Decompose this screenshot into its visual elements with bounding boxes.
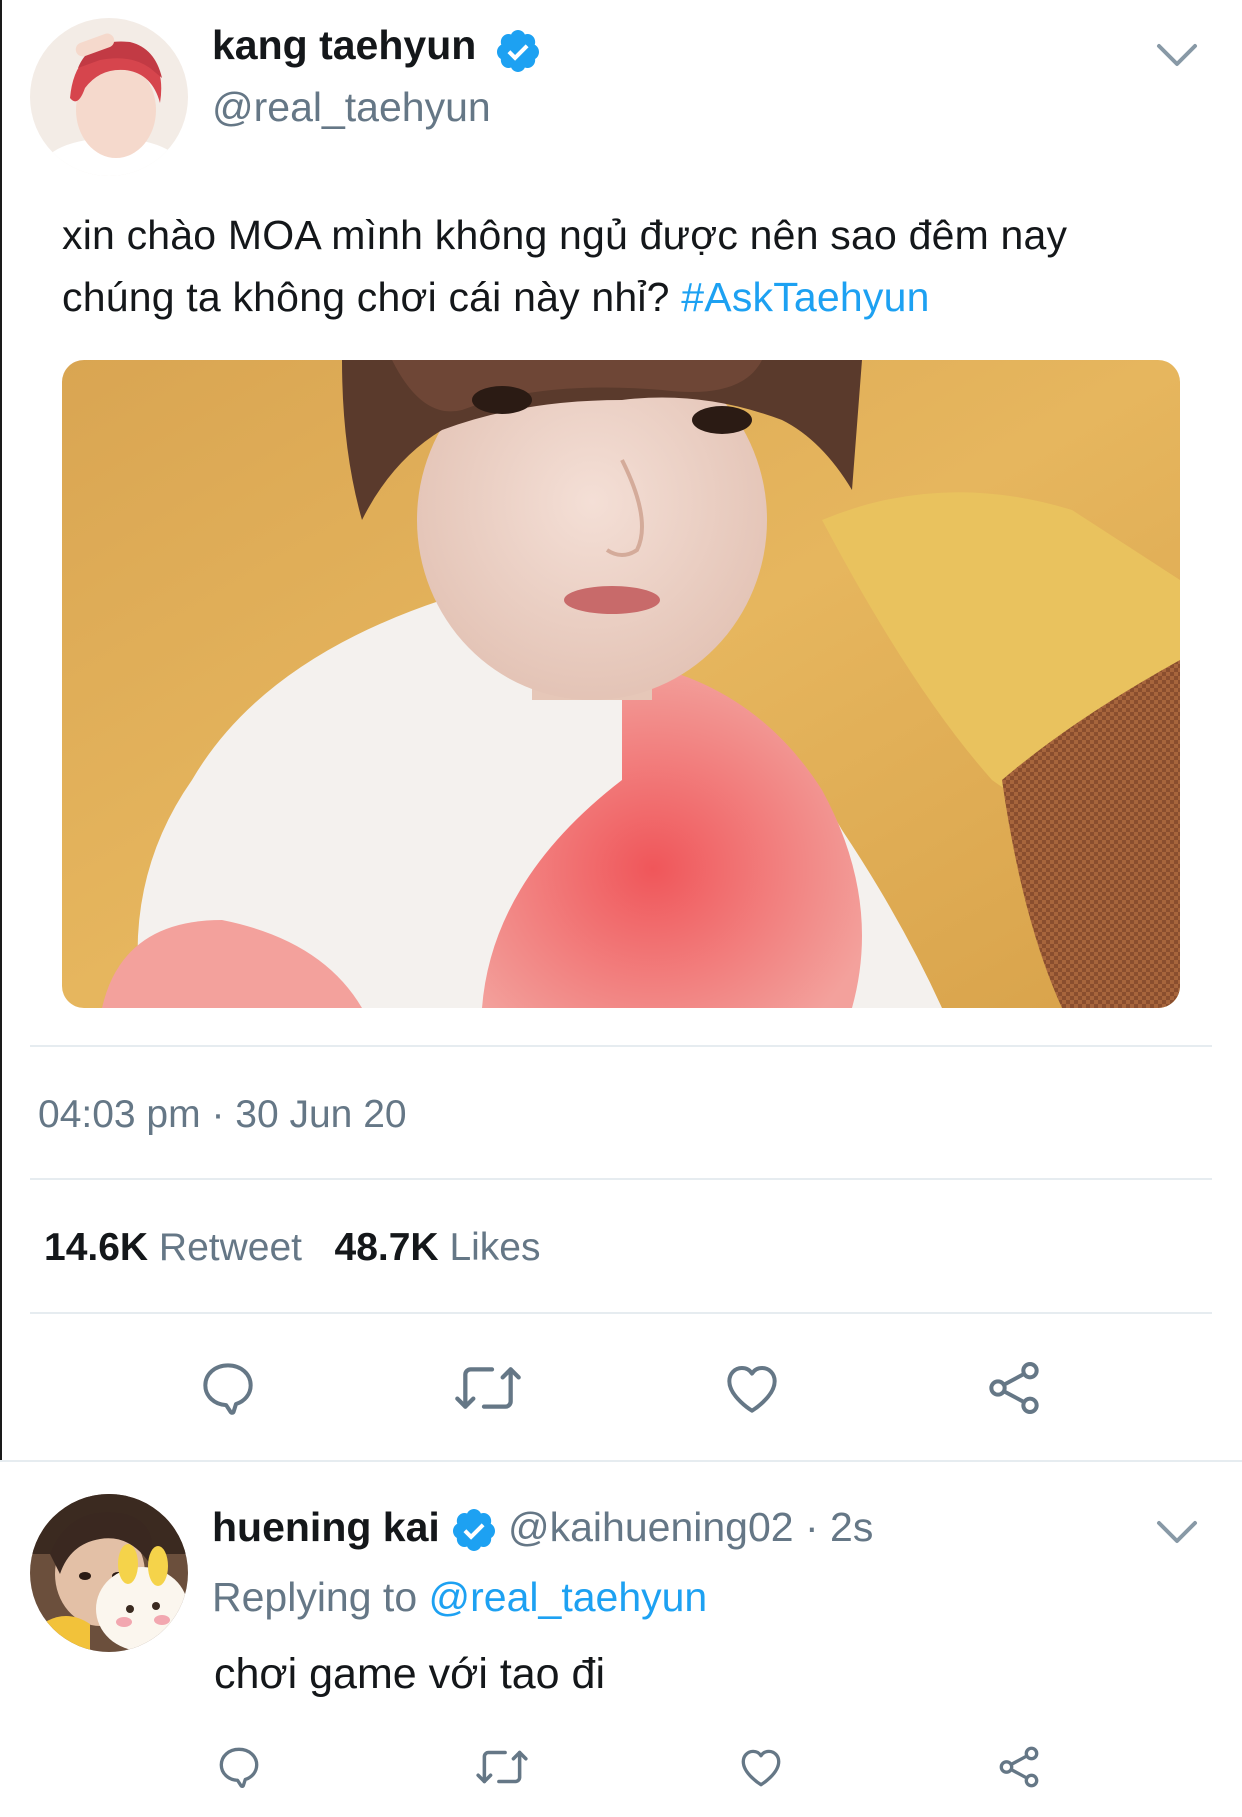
chevron-down-icon[interactable] — [1155, 38, 1199, 72]
tweet-stats: 14.6K Retweet 48.7K Likes — [44, 1226, 540, 1270]
share-icon[interactable] — [994, 1742, 1044, 1792]
replying-to-mention[interactable]: @real_taehyun — [429, 1574, 708, 1620]
heart-icon[interactable] — [720, 1356, 784, 1420]
reply-author-handle: @kaihuening02 · 2s — [508, 1504, 873, 1551]
hashtag-link[interactable]: #AskTaehyun — [681, 274, 929, 320]
reply-time: · 2s — [804, 1504, 874, 1550]
like-count[interactable]: 48.7K — [335, 1226, 439, 1269]
heart-icon[interactable] — [736, 1742, 786, 1792]
verified-badge-icon — [494, 27, 542, 75]
retweet-icon[interactable] — [474, 1742, 530, 1792]
verified-badge-icon — [450, 1506, 498, 1554]
tweet-text-line: chúng ta không chơi cái này nhỉ? #AskTae… — [62, 266, 1212, 328]
tweet-photo[interactable] — [62, 360, 1180, 1008]
author-avatar[interactable] — [30, 18, 188, 176]
share-icon[interactable] — [982, 1356, 1046, 1420]
reply-author-name[interactable]: huening kai — [212, 1504, 440, 1551]
divider — [30, 1312, 1212, 1314]
comment-icon[interactable] — [214, 1742, 264, 1792]
retweet-count[interactable]: 14.6K — [44, 1226, 148, 1269]
comment-icon[interactable] — [196, 1356, 260, 1420]
edge-line — [0, 0, 2, 1460]
divider — [30, 1178, 1212, 1180]
replying-to: Replying to @real_taehyun — [212, 1574, 707, 1621]
author-name[interactable]: kang taehyun — [212, 22, 476, 69]
reply-author-avatar[interactable] — [30, 1494, 188, 1652]
replying-prefix: Replying to — [212, 1574, 418, 1620]
retweet-label[interactable]: Retweet — [159, 1226, 302, 1269]
chevron-down-icon[interactable] — [1155, 1515, 1199, 1549]
tweet-text-line-2: chúng ta không chơi cái này nhỉ? — [62, 274, 670, 320]
divider — [30, 1045, 1212, 1047]
retweet-icon[interactable] — [452, 1356, 524, 1420]
like-label[interactable]: Likes — [449, 1226, 540, 1269]
tweet-text-line: xin chào MOA mình không ngủ được nên sao… — [62, 212, 1068, 258]
tweet-text: xin chào MOA mình không ngủ được nên sao… — [62, 204, 1212, 328]
reply-text: chơi game với tao đi — [214, 1650, 606, 1698]
author-handle[interactable]: @real_taehyun — [212, 84, 491, 131]
tweet-timestamp[interactable]: 04:03 pm · 30 Jun 20 — [38, 1093, 407, 1137]
reply-handle[interactable]: @kaihuening02 — [508, 1504, 794, 1550]
section-separator — [0, 1460, 1242, 1462]
